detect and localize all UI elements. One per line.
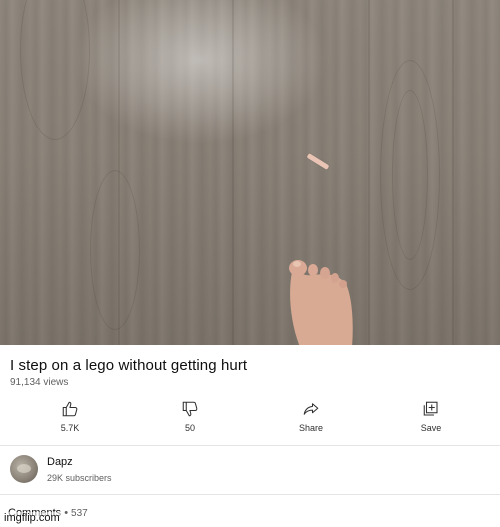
view-count: 91,134 views (10, 377, 69, 388)
channel-avatar[interactable] (10, 455, 38, 483)
like-count: 5.7K (60, 423, 80, 433)
thumbs-down-icon (182, 401, 198, 417)
watermark: imgflip.com (2, 512, 62, 524)
save-button[interactable]: Save (401, 398, 461, 440)
foot (289, 260, 353, 345)
dislike-count: 50 (184, 423, 195, 433)
like-button[interactable]: 5.7K (40, 398, 100, 440)
divider (0, 445, 500, 446)
video-title: I step on a lego without getting hurt (10, 357, 248, 374)
channel-name[interactable]: Dapz (47, 456, 73, 468)
lego-piece (306, 153, 330, 170)
subscriber-count: 29K subscribers (47, 473, 112, 483)
channel-row[interactable]: Dapz 29K subscribers (0, 447, 500, 495)
save-label: Save (420, 423, 442, 433)
action-bar: 5.7K 50 Share Save (0, 398, 500, 440)
share-label: Share (298, 423, 324, 433)
share-button[interactable]: Share (281, 398, 341, 440)
divider (0, 494, 500, 495)
dislike-button[interactable]: 50 (160, 398, 220, 440)
comment-count: 537 (71, 508, 88, 519)
video-player[interactable] (0, 0, 500, 345)
thumbs-up-icon (62, 401, 78, 417)
separator: • (64, 507, 69, 519)
share-icon (303, 403, 319, 415)
add-to-playlist-icon (423, 401, 438, 416)
